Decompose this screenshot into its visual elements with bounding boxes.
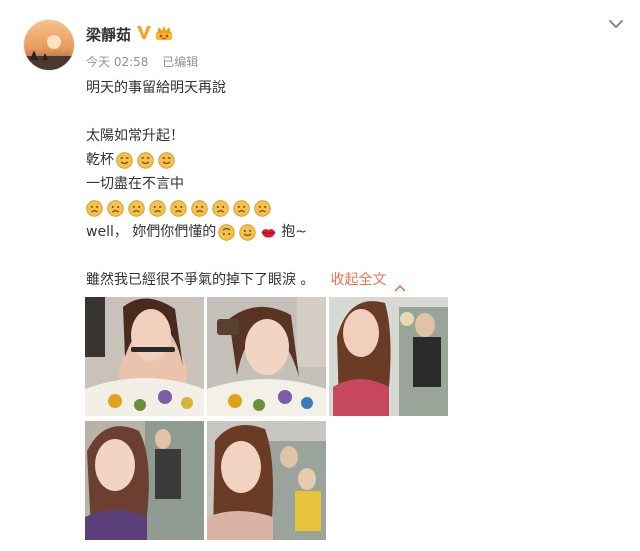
crown-badge-icon[interactable] (154, 26, 174, 41)
avatar[interactable] (23, 19, 75, 71)
smile-emoji-icon (239, 223, 256, 241)
sad-emoji-icon (128, 199, 145, 217)
post-line: 太陽如常升起！ (86, 128, 184, 144)
post-line: 雖然我已經很不爭氣的掉下了眼淚 。 收起全文 (86, 268, 606, 292)
chevron-down-icon[interactable] (608, 17, 624, 29)
photo-thumbnail-2[interactable] (207, 297, 326, 416)
sad-emoji-icon (170, 199, 187, 217)
post-line: well， 妳們你們懂的 抱~ (86, 220, 606, 244)
verified-v-icon[interactable] (136, 24, 152, 41)
grin-emoji-icon (158, 151, 175, 169)
author-name[interactable]: 梁靜茹 (86, 24, 131, 45)
photo-thumbnail-3[interactable] (329, 297, 448, 416)
post-line-emojis (86, 196, 606, 220)
post-line: 一切盡在不言中 (86, 176, 184, 192)
post-line: 乾杯 (86, 148, 606, 172)
post-meta: 今天 02:58 已编辑 (86, 53, 208, 70)
collapse-full-text-link[interactable]: 收起全文 (330, 268, 386, 292)
photo-thumbnail-5[interactable] (207, 421, 326, 540)
sad-emoji-icon (149, 199, 166, 217)
sad-emoji-icon (107, 199, 124, 217)
sad-emoji-icon (191, 199, 208, 217)
post-line: 明天的事留給明天再說 (86, 80, 226, 96)
weibo-post-card: 梁靜茹 今天 02:58 已编辑 明天的事留給明天再說 太陽如常升起！ 乾杯 一… (0, 0, 640, 551)
post-line-tail: 抱~ (281, 224, 308, 240)
sad-emoji-icon (254, 199, 271, 217)
post-time[interactable]: 今天 02:58 (86, 55, 148, 69)
sad-emoji-icon (86, 199, 103, 217)
upside-down-smile-emoji-icon (218, 223, 235, 241)
post-line-text: 乾杯 (86, 152, 114, 168)
post-body: 明天的事留給明天再說 太陽如常升起！ 乾杯 一切盡在不言中 well， 妳們你們… (86, 76, 606, 292)
post-line-text: well， 妳們你們懂的 (86, 224, 217, 240)
sad-emoji-icon (233, 199, 250, 217)
grin-emoji-icon (116, 151, 133, 169)
photo-thumbnail-4[interactable] (85, 421, 204, 540)
chevron-up-icon[interactable] (394, 276, 406, 292)
photo-thumbnail-1[interactable] (85, 297, 204, 416)
grin-emoji-icon (137, 151, 154, 169)
edited-label[interactable]: 已编辑 (162, 55, 198, 69)
kiss-lips-emoji-icon (260, 224, 277, 241)
post-line-text: 雖然我已經很不爭氣的掉下了眼淚 。 (86, 272, 315, 288)
sad-emoji-icon (212, 199, 229, 217)
